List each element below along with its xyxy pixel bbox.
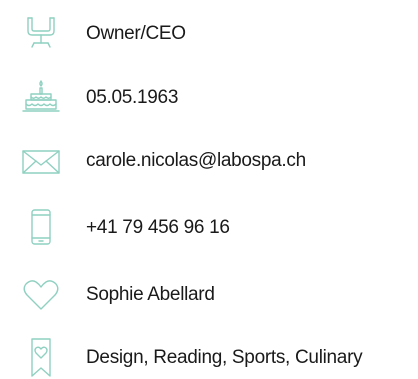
profile-row-phone: +41 79 456 96 16 [0, 208, 418, 248]
birthday-label: 05.05.1963 [86, 87, 179, 108]
profile-row-interests: Design, Reading, Sports, Culinary [0, 338, 418, 378]
position-label: Owner/CEO [86, 23, 186, 44]
bookmark-heart-icon [18, 338, 64, 378]
interests-label: Design, Reading, Sports, Culinary [86, 347, 363, 368]
email-label: carole.nicolas@labospa.ch [86, 150, 306, 171]
profile-row-email: carole.nicolas@labospa.ch [0, 141, 418, 181]
mobile-phone-icon [18, 208, 64, 248]
profile-row-birthday: 05.05.1963 [0, 78, 418, 118]
chair-icon [18, 14, 64, 54]
partner-label: Sophie Abellard [86, 284, 215, 305]
envelope-icon [18, 141, 64, 181]
heart-icon [18, 275, 64, 315]
profile-details-list: Owner/CEO 05.05.1963 carole.nicolas@labo… [0, 0, 418, 379]
profile-row-position: Owner/CEO [0, 14, 418, 54]
phone-label: +41 79 456 96 16 [86, 217, 230, 238]
birthday-cake-icon [18, 78, 64, 118]
profile-row-partner: Sophie Abellard [0, 275, 418, 315]
